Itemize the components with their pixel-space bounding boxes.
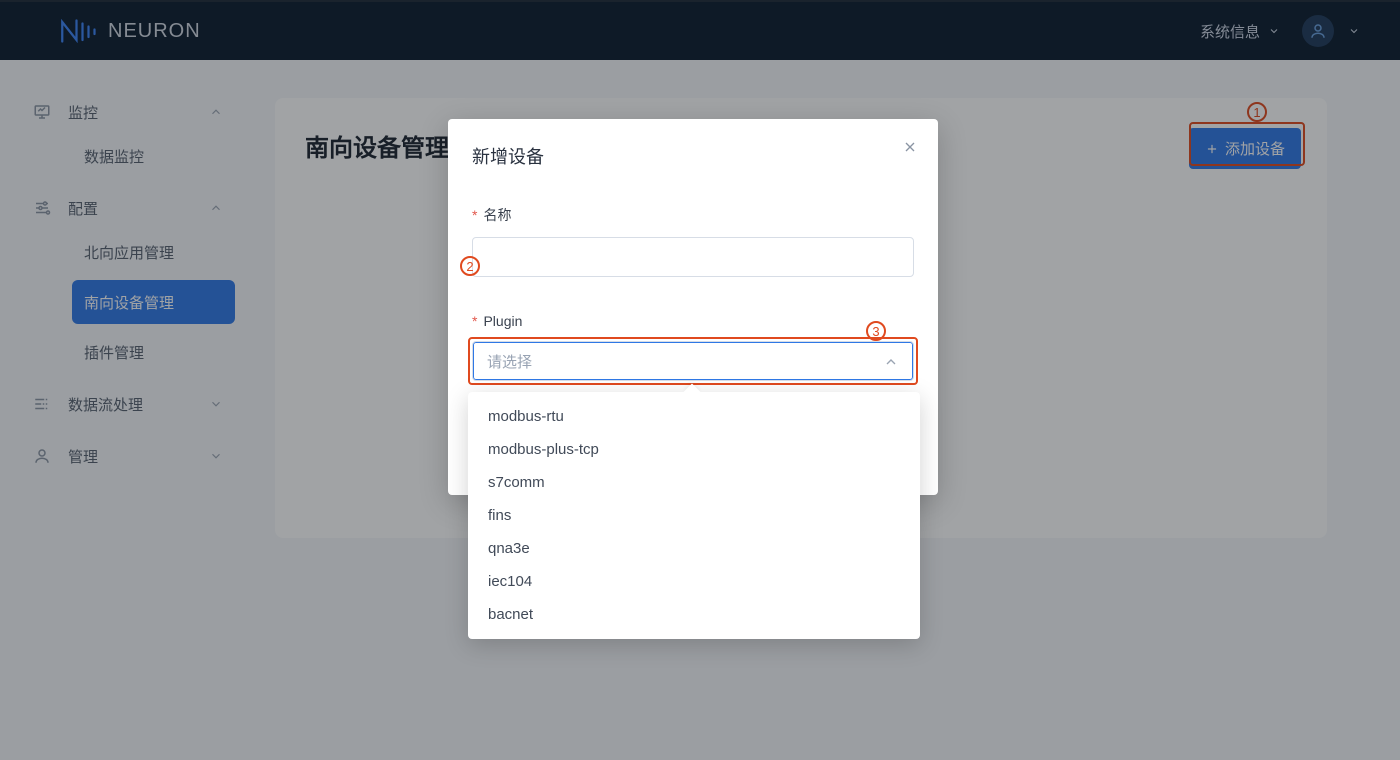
plugin-label-wrap: * Plugin <box>472 313 914 329</box>
plugin-option[interactable]: iec104 <box>468 565 920 598</box>
plugin-option[interactable]: bacnet <box>468 598 920 631</box>
plugin-option[interactable]: s7comm <box>468 466 920 499</box>
plugin-option[interactable]: modbus-plus-tcp <box>468 433 920 466</box>
plugin-select[interactable]: 请选择 <box>472 341 914 381</box>
plugin-select-placeholder: 请选择 <box>487 351 532 372</box>
modal-close-button[interactable] <box>900 137 920 157</box>
close-icon <box>902 139 918 155</box>
plugin-option-label: fins <box>488 507 511 524</box>
chevron-up-icon <box>883 354 899 370</box>
plugin-option-label: iec104 <box>488 573 532 590</box>
plugin-option-label: modbus-plus-tcp <box>488 441 599 458</box>
name-label: 名称 <box>483 205 511 225</box>
plugin-option-label: modbus-rtu <box>488 408 564 425</box>
plugin-option-label: qna3e <box>488 540 530 557</box>
annotation-badge-3: 3 <box>866 321 886 341</box>
plugin-dropdown: modbus-rtu modbus-plus-tcp s7comm fins q… <box>468 392 920 639</box>
modal-title: 新增设备 <box>472 143 914 169</box>
plugin-label: Plugin <box>483 313 522 329</box>
name-label-wrap: * 名称 <box>472 205 914 225</box>
required-mark: * <box>472 313 477 329</box>
plugin-option-label: s7comm <box>488 474 545 491</box>
required-mark: * <box>472 207 477 223</box>
form-row-plugin: * Plugin 请选择 <box>472 313 914 381</box>
annotation-badge-2: 2 <box>460 256 480 276</box>
plugin-select-wrap: 请选择 <box>472 341 914 381</box>
plugin-option[interactable]: qna3e <box>468 532 920 565</box>
form-row-name: * 名称 <box>472 205 914 277</box>
plugin-option[interactable]: modbus-rtu <box>468 400 920 433</box>
plugin-option-label: bacnet <box>488 606 533 623</box>
name-input[interactable] <box>472 237 914 277</box>
plugin-option[interactable]: fins <box>468 499 920 532</box>
